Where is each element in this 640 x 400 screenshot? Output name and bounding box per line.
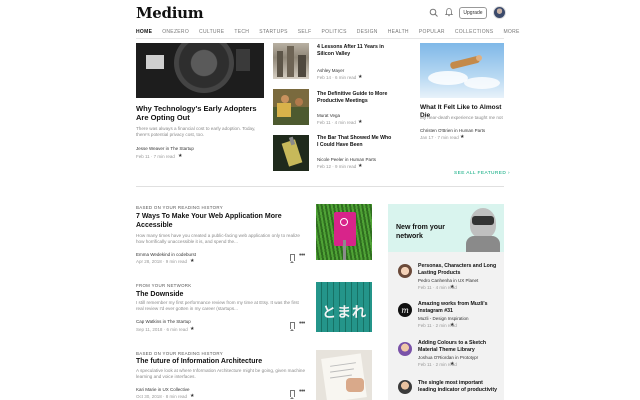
star-icon: ★ [190, 326, 195, 332]
star-icon: ★ [450, 361, 455, 367]
star-icon: ★ [190, 393, 195, 399]
featured-left-image[interactable] [136, 43, 264, 98]
feed-item-1-context: BASED ON YOUR READING HISTORY [136, 205, 224, 210]
nav-more[interactable]: MORE [503, 29, 519, 35]
rail-item-3-author[interactable]: Joshua O'Riordan in Prototypr [418, 355, 478, 360]
nav-culture[interactable]: CULTURE [199, 29, 224, 35]
star-icon: ★ [358, 74, 363, 80]
section-divider [136, 186, 504, 187]
rail-item-1-title[interactable]: Personas, Characters and Long Lasting Pr… [418, 263, 502, 276]
featured-right-subtitle[interactable]: My near-death experience taught me not [420, 115, 506, 120]
featured-left-author[interactable]: Jesse Weaver in The Startup [136, 146, 194, 151]
star-icon: ★ [450, 284, 455, 290]
middle-item-2-author[interactable]: Murat Vega [317, 113, 340, 118]
nav-self[interactable]: SELF [298, 29, 312, 35]
feed-item-2-context: FROM YOUR NETWORK [136, 283, 192, 288]
network-rail-heading: New from your network [396, 224, 446, 240]
feed-item-1-date: Apr 28, 2018 · 9 min read [136, 259, 188, 264]
feed-item-1-title[interactable]: 7 Ways To Make Your Web Application More… [136, 212, 306, 230]
search-icon[interactable] [429, 8, 439, 18]
more-options-icon[interactable]: ••• [299, 320, 305, 327]
feed-item-1-image[interactable] [316, 204, 372, 260]
nav-politics[interactable]: POLITICS [322, 29, 347, 35]
feed-item-1-author[interactable]: Emma Wedekind in codeburst [136, 252, 196, 257]
feed-item-3-image[interactable] [316, 350, 372, 400]
bookmark-icon[interactable] [290, 254, 295, 263]
rail-item-1-thumb[interactable] [398, 264, 412, 278]
feed-item-2-title[interactable]: The Downside [136, 290, 306, 299]
star-icon: ★ [178, 153, 183, 159]
middle-item-1-title[interactable]: 4 Lessons After 11 Years in Silicon Vall… [317, 44, 389, 57]
bell-icon[interactable] [444, 7, 454, 17]
see-all-featured-link[interactable]: SEE ALL FEATURED › [454, 171, 510, 176]
feed-item-3-author[interactable]: Kari Marie in UX Collective [136, 387, 190, 392]
rail-item-4-title[interactable]: The single most important leading indica… [418, 380, 502, 393]
bookmark-icon[interactable] [290, 322, 295, 331]
medium-logo[interactable]: Medium [136, 4, 204, 22]
featured-left-title[interactable]: Why Technology's Early Adopters Are Opti… [136, 104, 264, 122]
upgrade-button[interactable]: Upgrade [459, 7, 487, 19]
star-icon: ★ [460, 134, 465, 140]
network-rail-illustration [462, 206, 502, 252]
middle-item-3-date: Feb 12 · 9 min read [317, 164, 357, 169]
rail-item-2-title[interactable]: Amazing works from Muzli's Instagram #31 [418, 301, 502, 314]
feed-item-3-title[interactable]: The future of Information Architecture [136, 357, 306, 366]
feed-item-3-subtitle[interactable]: A speculative look at where Information … [136, 368, 306, 380]
middle-item-2-title[interactable]: The Definitive Guide to More Productive … [317, 91, 393, 104]
middle-item-3-author[interactable]: Nicole Peeler in Human Parts [317, 157, 376, 162]
feed-item-2-date: Sep 11, 2018 · 6 min read [136, 327, 188, 332]
middle-item-1-author[interactable]: Ashley Mayer [317, 68, 344, 73]
rail-item-1-author[interactable]: Pedro Canhenha in UX Planet [418, 278, 478, 283]
feed-item-3-context: BASED ON YOUR READING HISTORY [136, 351, 224, 356]
star-icon: ★ [358, 163, 363, 169]
nav-design[interactable]: DESIGN [357, 29, 378, 35]
featured-right-author[interactable]: Christen O'Brien in Human Parts [420, 128, 485, 133]
nav-divider [136, 38, 504, 39]
middle-item-3-title[interactable]: The Bar That Showed Me Who I Could Have … [317, 135, 393, 148]
more-options-icon[interactable]: ••• [299, 388, 305, 395]
nav-collections[interactable]: COLLECTIONS [455, 29, 494, 35]
nav-home[interactable]: HOME [136, 29, 152, 35]
middle-item-1-date: Feb 14 · 6 min read [317, 75, 357, 80]
rail-item-3-thumb[interactable] [398, 342, 412, 356]
middle-item-2-image[interactable] [273, 89, 309, 125]
nav-tech[interactable]: TECH [234, 29, 249, 35]
feed-item-3-date: Oct 30, 2018 · 8 min read [136, 394, 188, 399]
star-icon: ★ [450, 322, 455, 328]
middle-item-2-date: Feb 11 · 4 min read [317, 120, 356, 125]
rail-item-2-author[interactable]: Muzli - Design Inspiration [418, 316, 469, 321]
nav-health[interactable]: HEALTH [388, 29, 409, 35]
feed-item-1-subtitle[interactable]: How many times have you created a public… [136, 233, 306, 245]
featured-right-date: Jan 17 · 7 min read [420, 135, 459, 140]
middle-item-3-image[interactable] [273, 135, 309, 171]
feed-item-2-subtitle[interactable]: I still remember my first performance re… [136, 300, 306, 312]
rail-item-3-title[interactable]: Adding Colours to a Sketch Material Them… [418, 340, 502, 353]
nav-popular[interactable]: POPULAR [419, 29, 445, 35]
more-options-icon[interactable]: ••• [299, 252, 305, 259]
feed-item-2-image[interactable]: とまれ [316, 282, 372, 332]
featured-left-date: Feb 11 · 7 min read [136, 154, 175, 159]
top-nav: HOME ONEZERO CULTURE TECH STARTUPS SELF … [136, 29, 520, 35]
star-icon: ★ [190, 258, 195, 264]
nav-onezero[interactable]: ONEZERO [162, 29, 189, 35]
rail-item-4-thumb[interactable] [398, 380, 412, 394]
user-avatar[interactable] [493, 6, 506, 19]
nav-startups[interactable]: STARTUPS [259, 29, 288, 35]
feed-item-2-author[interactable]: Cap Watkins in The Startup [136, 319, 191, 324]
middle-item-1-image[interactable] [273, 43, 309, 79]
featured-left-subtitle[interactable]: There was always a financial cost to ear… [136, 126, 262, 138]
star-icon: ★ [358, 119, 363, 125]
bookmark-icon[interactable] [290, 390, 295, 399]
featured-right-image[interactable] [420, 43, 504, 98]
rail-item-2-thumb[interactable]: m [398, 303, 412, 317]
